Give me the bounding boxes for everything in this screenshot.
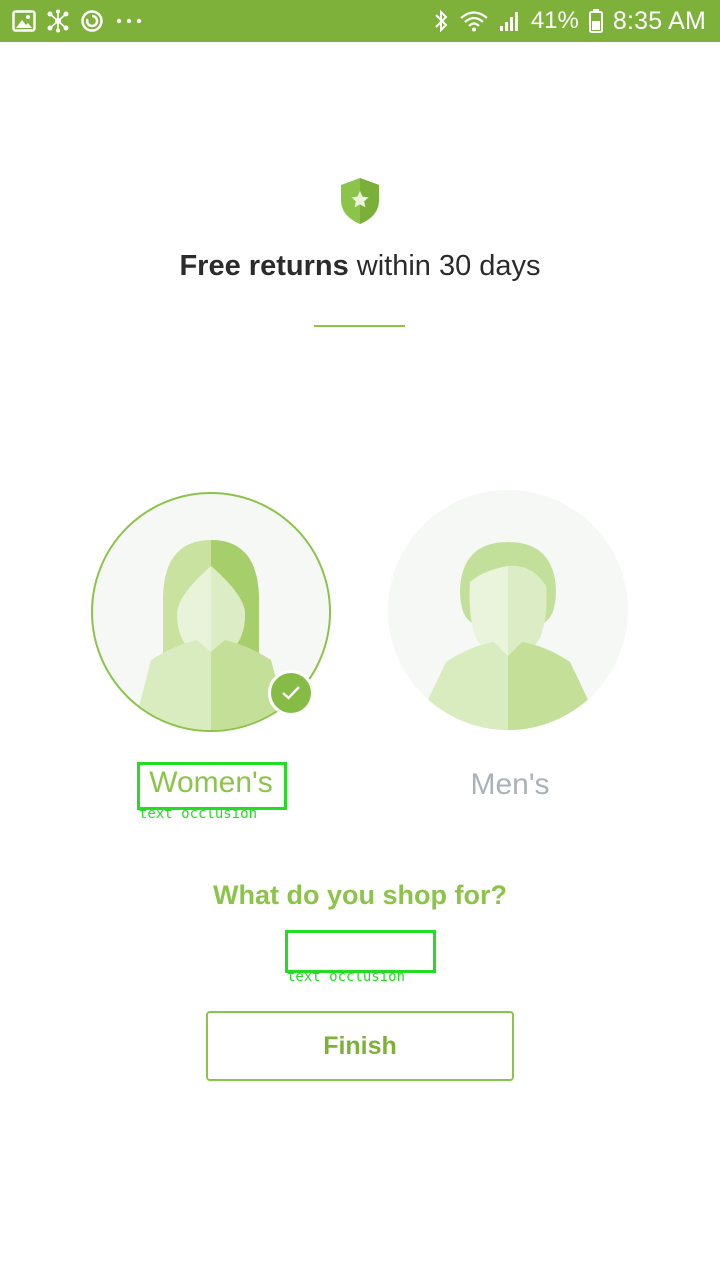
more-dots-icon — [114, 16, 144, 26]
man-avatar-icon — [426, 542, 590, 730]
mens-option[interactable] — [388, 490, 628, 730]
wifi-icon — [459, 9, 489, 33]
status-bar: 41% 8:35 AM — [0, 0, 720, 42]
page-title-bold: Free returns — [179, 250, 349, 282]
status-bar-left — [12, 9, 144, 33]
image-icon — [12, 10, 36, 32]
signal-icon — [499, 10, 521, 32]
selected-checkmark-icon — [268, 670, 314, 716]
clock: 8:35 AM — [612, 6, 706, 35]
shop-question: What do you shop for? — [213, 880, 507, 910]
bluetooth-icon — [433, 9, 449, 33]
network-hub-icon — [46, 9, 70, 33]
mens-label[interactable]: Men's — [430, 768, 590, 802]
shield-star-icon — [338, 176, 382, 226]
status-bar-right: 41% 8:35 AM — [433, 7, 706, 36]
battery-icon — [588, 9, 603, 33]
occlusion-label: text occlusion — [287, 969, 406, 985]
occlusion-box — [285, 930, 436, 973]
finish-button[interactable]: Finish — [206, 1011, 514, 1081]
battery-percent: 41% — [530, 7, 579, 34]
header-divider — [314, 325, 405, 327]
occlusion-label: text occlusion — [139, 806, 258, 822]
sync-icon — [80, 9, 104, 33]
page-title: Free returns within 30 days — [0, 250, 720, 283]
occlusion-box — [137, 762, 287, 810]
page-title-rest: within 30 days — [348, 250, 541, 282]
